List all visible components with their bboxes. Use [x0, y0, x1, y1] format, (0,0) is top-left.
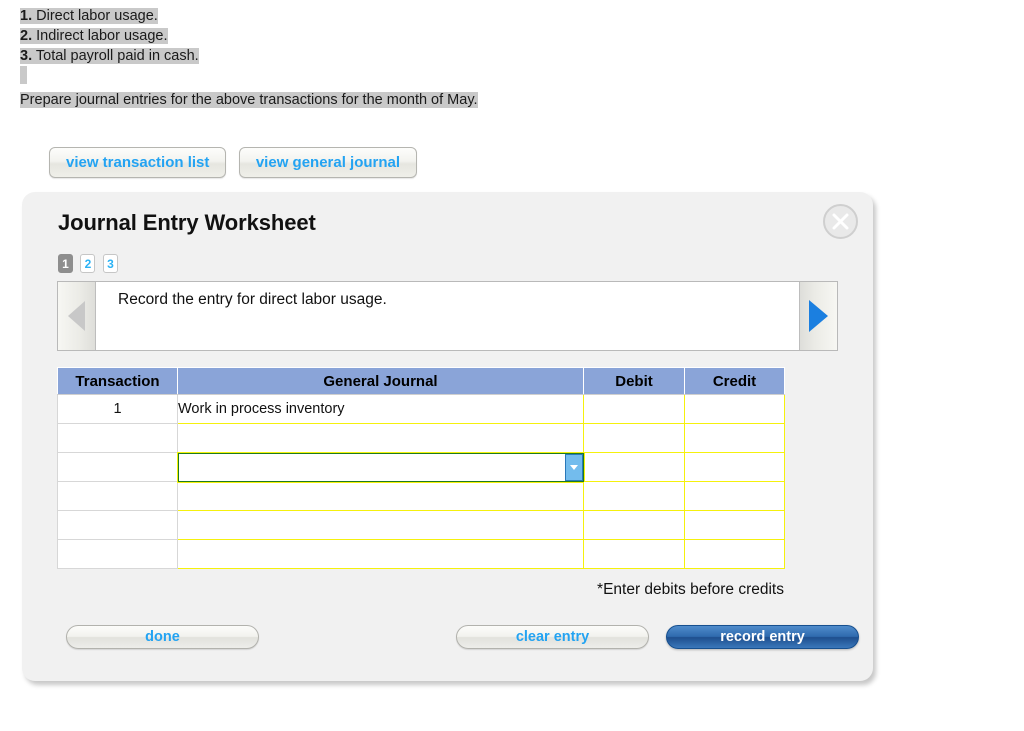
step-tab-3[interactable]: 3: [102, 254, 118, 273]
cell-transaction[interactable]: [57, 481, 178, 511]
column-header-credit: Credit: [684, 367, 785, 395]
problem-item: 3. Total payroll paid in cash.: [20, 46, 680, 66]
problem-item-text: Total payroll paid in cash.: [35, 48, 199, 64]
cell-credit[interactable]: [684, 452, 785, 482]
problem-item-text: Direct labor usage.: [36, 8, 158, 24]
cell-general-journal-selected[interactable]: [176, 451, 585, 483]
cell-debit[interactable]: [583, 539, 685, 569]
view-toolbar: view transaction list view general journ…: [49, 147, 425, 178]
clear-entry-button[interactable]: clear entry: [456, 625, 649, 649]
table-row: 1 Work in process inventory: [57, 394, 785, 424]
table-header-row: Transaction General Journal Debit Credit: [57, 367, 785, 395]
table-row: [57, 481, 785, 511]
cell-debit[interactable]: [583, 394, 685, 424]
problem-item-number: 2.: [20, 28, 33, 44]
close-icon[interactable]: [823, 204, 858, 239]
problem-item-number: 1.: [20, 8, 33, 24]
arrow-right-icon[interactable]: [799, 282, 837, 350]
cell-credit[interactable]: [684, 539, 785, 569]
problem-item-number: 3.: [20, 48, 33, 64]
cell-debit[interactable]: [583, 423, 685, 453]
cell-transaction[interactable]: [57, 510, 178, 540]
column-header-debit: Debit: [583, 367, 685, 395]
column-header-general-journal: General Journal: [177, 367, 584, 395]
debits-before-credits-note: *Enter debits before credits: [597, 581, 784, 598]
problem-item: 1. Direct labor usage.: [20, 6, 680, 26]
cell-debit[interactable]: [583, 481, 685, 511]
chevron-down-icon[interactable]: [564, 453, 583, 481]
cell-debit[interactable]: [583, 510, 685, 540]
journal-entry-table: Transaction General Journal Debit Credit…: [57, 367, 785, 569]
cell-general-journal[interactable]: [177, 423, 584, 453]
problem-statement: 1. Direct labor usage. 2. Indirect labor…: [20, 6, 680, 86]
cell-credit[interactable]: [684, 394, 785, 424]
page-title: Journal Entry Worksheet: [58, 210, 316, 235]
cell-transaction[interactable]: [57, 539, 178, 569]
table-row: [57, 423, 785, 453]
cell-debit[interactable]: [583, 452, 685, 482]
step-tab-1[interactable]: 1: [58, 254, 73, 273]
cell-general-journal[interactable]: [177, 539, 584, 569]
cell-credit[interactable]: [684, 481, 785, 511]
journal-entry-worksheet-panel: Journal Entry Worksheet 1 2 3 Record the…: [22, 192, 873, 681]
column-header-transaction: Transaction: [57, 367, 178, 395]
prompt-box: Record the entry for direct labor usage.: [57, 281, 838, 351]
cell-transaction[interactable]: [57, 423, 178, 453]
problem-instruction: Prepare journal entries for the above tr…: [20, 90, 478, 110]
problem-item-text: Indirect labor usage.: [36, 28, 168, 44]
table-row: [57, 451, 785, 483]
view-transaction-list-button[interactable]: view transaction list: [49, 147, 227, 178]
view-general-journal-button[interactable]: view general journal: [238, 147, 418, 178]
table-row: [57, 539, 785, 569]
cell-general-journal[interactable]: Work in process inventory: [177, 394, 584, 424]
cell-general-journal[interactable]: [177, 481, 584, 511]
record-entry-button[interactable]: record entry: [666, 625, 859, 649]
cell-credit[interactable]: [684, 510, 785, 540]
done-button[interactable]: done: [66, 625, 259, 649]
spacer-line: [20, 66, 680, 86]
table-row: [57, 510, 785, 540]
cell-credit[interactable]: [684, 423, 785, 453]
prompt-text: Record the entry for direct labor usage.: [118, 291, 387, 308]
cell-general-journal[interactable]: [177, 510, 584, 540]
arrow-left-icon[interactable]: [58, 282, 96, 350]
problem-instruction-text: Prepare journal entries for the above tr…: [20, 92, 478, 108]
cell-transaction[interactable]: [57, 452, 178, 482]
step-tabs: 1 2 3: [58, 254, 121, 273]
cell-transaction[interactable]: 1: [57, 394, 178, 424]
problem-item: 2. Indirect labor usage.: [20, 26, 680, 46]
step-tab-2[interactable]: 2: [80, 254, 96, 273]
